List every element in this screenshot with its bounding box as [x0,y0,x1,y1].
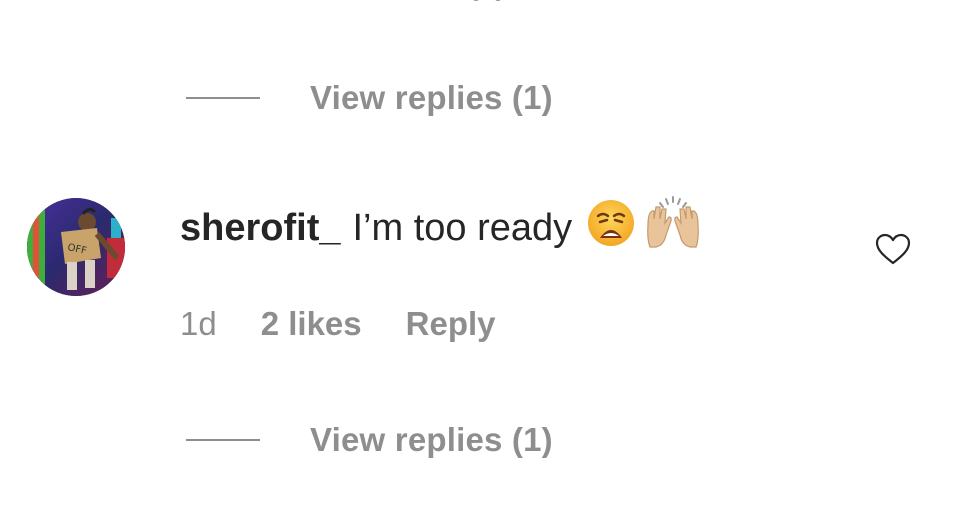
comment-meta-row: 1d 2 likes Reply [180,304,496,344]
view-replies-row[interactable]: View replies (1) [186,78,553,118]
heart-icon[interactable] [874,232,912,266]
comment-timestamp: 1d [180,305,217,342]
replies-divider-line [186,439,260,441]
partial-cut-off-text [462,0,522,2]
avatar-image: OFF [27,198,125,296]
weary-face-emoji [586,198,636,258]
comment-likes-count[interactable]: 2 likes [261,305,362,343]
raising-hands-emoji [644,195,702,261]
view-replies-button[interactable]: View replies (1) [310,421,553,459]
replies-divider-line [186,97,260,99]
avatar[interactable]: OFF [27,198,125,296]
reply-button[interactable]: Reply [406,305,496,343]
comment-username[interactable]: sherofit_ [180,207,340,250]
view-replies-row[interactable]: View replies (1) [186,420,553,460]
comment-line: sherofit_ I’m too ready [180,196,702,258]
comment-text: I’m too ready [352,206,573,249]
view-replies-button[interactable]: View replies (1) [310,79,553,117]
